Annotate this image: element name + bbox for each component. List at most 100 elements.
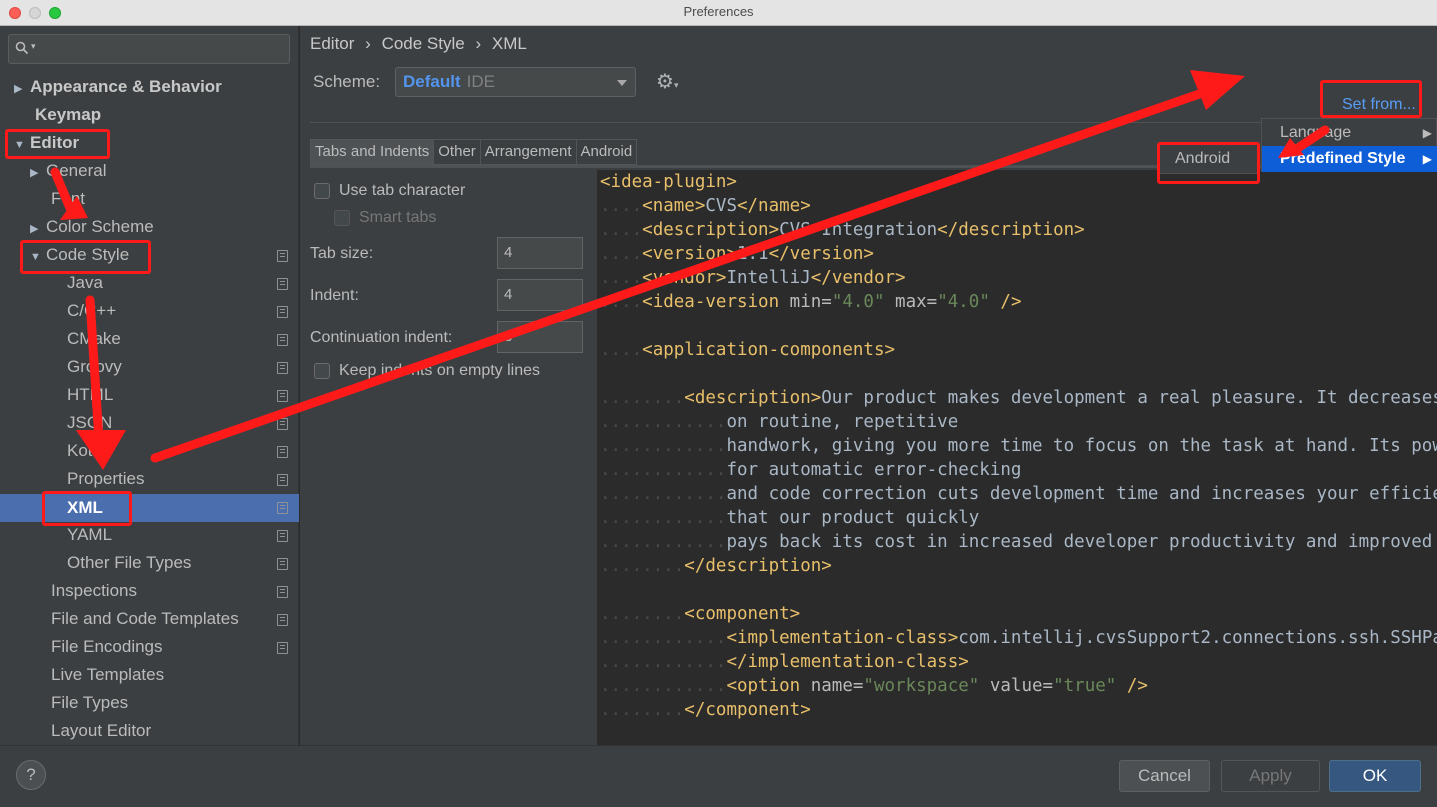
ok-button[interactable]: OK <box>1329 760 1421 792</box>
code-line: ....<version>1.1</version> <box>600 244 874 264</box>
code-line: ....<name>CVS</name> <box>600 196 811 216</box>
project-scope-icon <box>277 334 288 346</box>
keep-indents-label: Keep indents on empty lines <box>339 362 541 379</box>
code-line: <idea-plugin> <box>600 172 737 192</box>
code-line: ....<application-components> <box>600 340 896 360</box>
annotation-box-android <box>1157 142 1260 184</box>
sidebar-item-file-code-templates[interactable]: File and Code Templates <box>51 606 239 632</box>
project-scope-icon <box>277 390 288 402</box>
sidebar-item-color-scheme[interactable]: ▶ Color Scheme <box>30 214 154 240</box>
indent-field[interactable]: 4 <box>497 279 583 311</box>
submenu-arrow-icon: ▶ <box>1422 126 1432 140</box>
window-title: Preferences <box>683 4 754 19</box>
code-line: ............pays back its cost in increa… <box>600 532 1433 552</box>
sidebar-item-inspections[interactable]: Inspections <box>51 578 137 604</box>
project-scope-icon <box>277 278 288 290</box>
menu-item-language[interactable]: Language ▶ <box>1262 120 1437 146</box>
sidebar-item-html[interactable]: HTML <box>67 382 113 408</box>
code-line: ........</description> <box>600 556 832 576</box>
sidebar-item-keymap[interactable]: Keymap <box>35 102 101 128</box>
code-line: ............handwork, giving you more ti… <box>600 436 1437 456</box>
annotation-box-xml <box>42 491 132 526</box>
chevron-down-icon: ▾ <box>31 41 36 51</box>
sidebar-item-appearance[interactable]: ▶ Appearance & Behavior <box>14 74 222 100</box>
set-from-menu: Language ▶ Predefined Style ▶ <box>1261 118 1437 172</box>
sidebar-item-cmake[interactable]: CMake <box>67 326 121 352</box>
scheme-select[interactable]: Default IDE <box>395 67 636 97</box>
submenu-arrow-icon: ▶ <box>1422 152 1432 166</box>
code-line: ........<component> <box>600 604 801 624</box>
project-scope-icon <box>277 558 288 570</box>
sidebar-item-cpp[interactable]: C/C++ <box>67 298 116 324</box>
use-tab-character-label: Use tab character <box>339 182 466 199</box>
code-line: ........<description>Our product makes d… <box>600 388 1437 408</box>
project-scope-icon <box>277 474 288 486</box>
annotation-box-editor <box>5 129 110 159</box>
project-scope-icon <box>277 642 288 654</box>
code-line: ............on routine, repetitive <box>600 412 959 432</box>
code-line: ........</component> <box>600 700 811 720</box>
keep-indents-checkbox[interactable] <box>314 363 330 379</box>
tab-strip: Tabs and Indents Other Arrangement Andro… <box>310 139 638 165</box>
continuation-indent-field[interactable]: 8 <box>497 321 583 353</box>
annotation-box-code-style <box>20 240 151 274</box>
cancel-button[interactable]: Cancel <box>1119 760 1210 792</box>
smart-tabs-checkbox[interactable] <box>334 210 350 226</box>
project-scope-icon <box>277 446 288 458</box>
sidebar-item-file-encodings[interactable]: File Encodings <box>51 634 163 660</box>
project-scope-icon <box>277 306 288 318</box>
code-line: ............that our product quickly <box>600 508 980 528</box>
code-line: ............</implementation-class> <box>600 652 969 672</box>
code-line: ....<vendor>IntelliJ</vendor> <box>600 268 906 288</box>
dialog-button-bar: ? Cancel Apply OK <box>0 745 1437 807</box>
code-line: ............and code correction cuts dev… <box>600 484 1437 504</box>
apply-button[interactable]: Apply <box>1221 760 1320 792</box>
code-line: ....<description>CVS Integration</descri… <box>600 220 1085 240</box>
expand-arrow-icon[interactable]: ▶ <box>30 216 46 242</box>
smart-tabs-label: Smart tabs <box>359 209 437 226</box>
sidebar-item-font[interactable]: Font <box>51 186 85 212</box>
sidebar-item-layout-editor[interactable]: Layout Editor <box>51 718 151 744</box>
sidebar-item-general[interactable]: ▶ General <box>30 158 106 184</box>
code-preview[interactable]: <idea-plugin> ....<name>CVS</name> ....<… <box>597 170 1437 745</box>
tab-other[interactable]: Other <box>434 140 481 164</box>
project-scope-icon <box>277 614 288 626</box>
sidebar-item-live-templates[interactable]: Live Templates <box>51 662 164 688</box>
expand-arrow-icon[interactable]: ▶ <box>14 76 30 102</box>
sidebar-item-properties[interactable]: Properties <box>67 466 144 492</box>
project-scope-icon <box>277 586 288 598</box>
indent-label: Indent: <box>310 287 359 304</box>
dropdown-arrow-icon <box>617 80 627 86</box>
annotation-box-set-from <box>1320 80 1422 118</box>
menu-item-predefined-style[interactable]: Predefined Style ▶ <box>1262 146 1437 172</box>
breadcrumb: Editor › Code Style › XML <box>310 34 527 53</box>
project-scope-icon <box>277 418 288 430</box>
search-icon <box>15 41 29 55</box>
tab-arrangement[interactable]: Arrangement <box>481 140 577 164</box>
code-line: ............<option name="workspace" val… <box>600 676 1148 696</box>
tab-tabs-and-indents[interactable]: Tabs and Indents <box>311 140 435 164</box>
project-scope-icon <box>277 362 288 374</box>
sidebar-item-other-file-types[interactable]: Other File Types <box>67 550 191 576</box>
project-scope-icon <box>277 502 288 514</box>
code-line: ....<idea-version min="4.0" max="4.0" /> <box>600 292 1022 312</box>
scheme-label: Scheme: <box>313 72 381 91</box>
search-input[interactable]: ▾ <box>8 34 290 64</box>
sidebar-item-file-types[interactable]: File Types <box>51 690 128 716</box>
help-button[interactable]: ? <box>16 760 46 790</box>
tab-size-field[interactable]: 4 <box>497 237 583 269</box>
sidebar-item-groovy[interactable]: Groovy <box>67 354 122 380</box>
code-line: ............<implementation-class>com.in… <box>600 628 1437 648</box>
project-scope-icon <box>277 530 288 542</box>
tab-size-label: Tab size: <box>310 245 374 262</box>
sidebar-item-json[interactable]: JSON <box>67 410 112 436</box>
project-scope-icon <box>277 250 288 262</box>
sidebar-item-kotlin[interactable]: Kotlin <box>67 438 110 464</box>
expand-arrow-icon[interactable]: ▶ <box>30 160 46 186</box>
title-bar: Preferences <box>0 0 1437 26</box>
use-tab-character-checkbox[interactable] <box>314 183 330 199</box>
continuation-indent-label: Continuation indent: <box>310 329 453 346</box>
code-line: ............for automatic error-checking <box>600 460 1022 480</box>
gear-icon[interactable]: ⚙▾ <box>656 72 678 95</box>
tab-android[interactable]: Android <box>577 140 637 164</box>
